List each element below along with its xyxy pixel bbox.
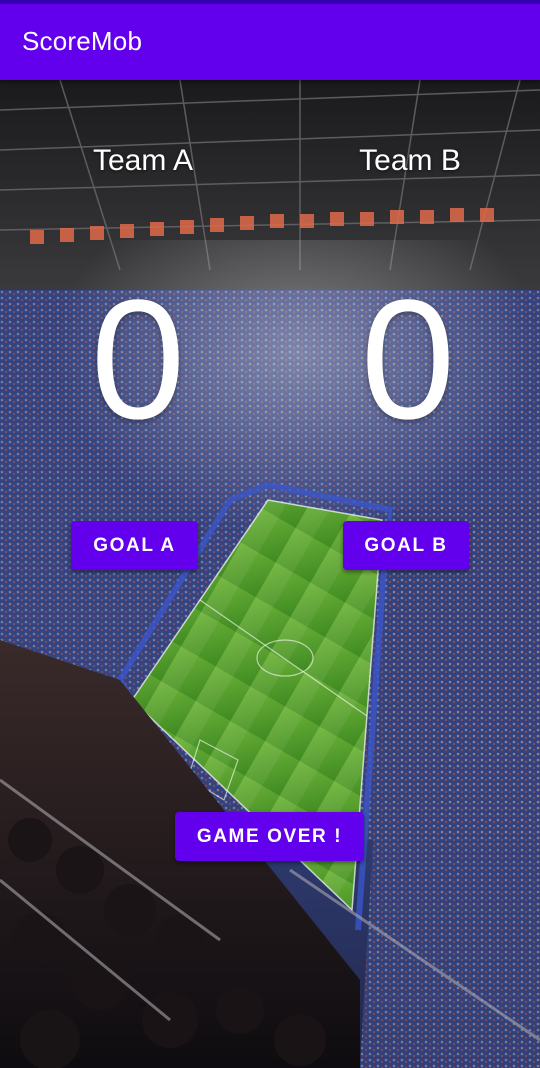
app-bar: ScoreMob <box>0 4 540 80</box>
team-a-name: Team A <box>92 144 194 177</box>
team-a-score: 0 <box>90 265 186 455</box>
goal-b-button[interactable]: GOAL B <box>343 521 469 570</box>
scoreboard-screen: Team A Team B 0 0 GOAL A GOAL B GAME OVE… <box>0 80 540 1068</box>
game-over-button[interactable]: GAME OVER ! <box>175 812 364 861</box>
app-title: ScoreMob <box>22 26 143 56</box>
goal-a-button[interactable]: GOAL A <box>71 521 198 570</box>
team-b-score: 0 <box>360 265 456 455</box>
team-b-name: Team B <box>359 144 461 177</box>
stadium-background-image <box>0 80 540 1068</box>
